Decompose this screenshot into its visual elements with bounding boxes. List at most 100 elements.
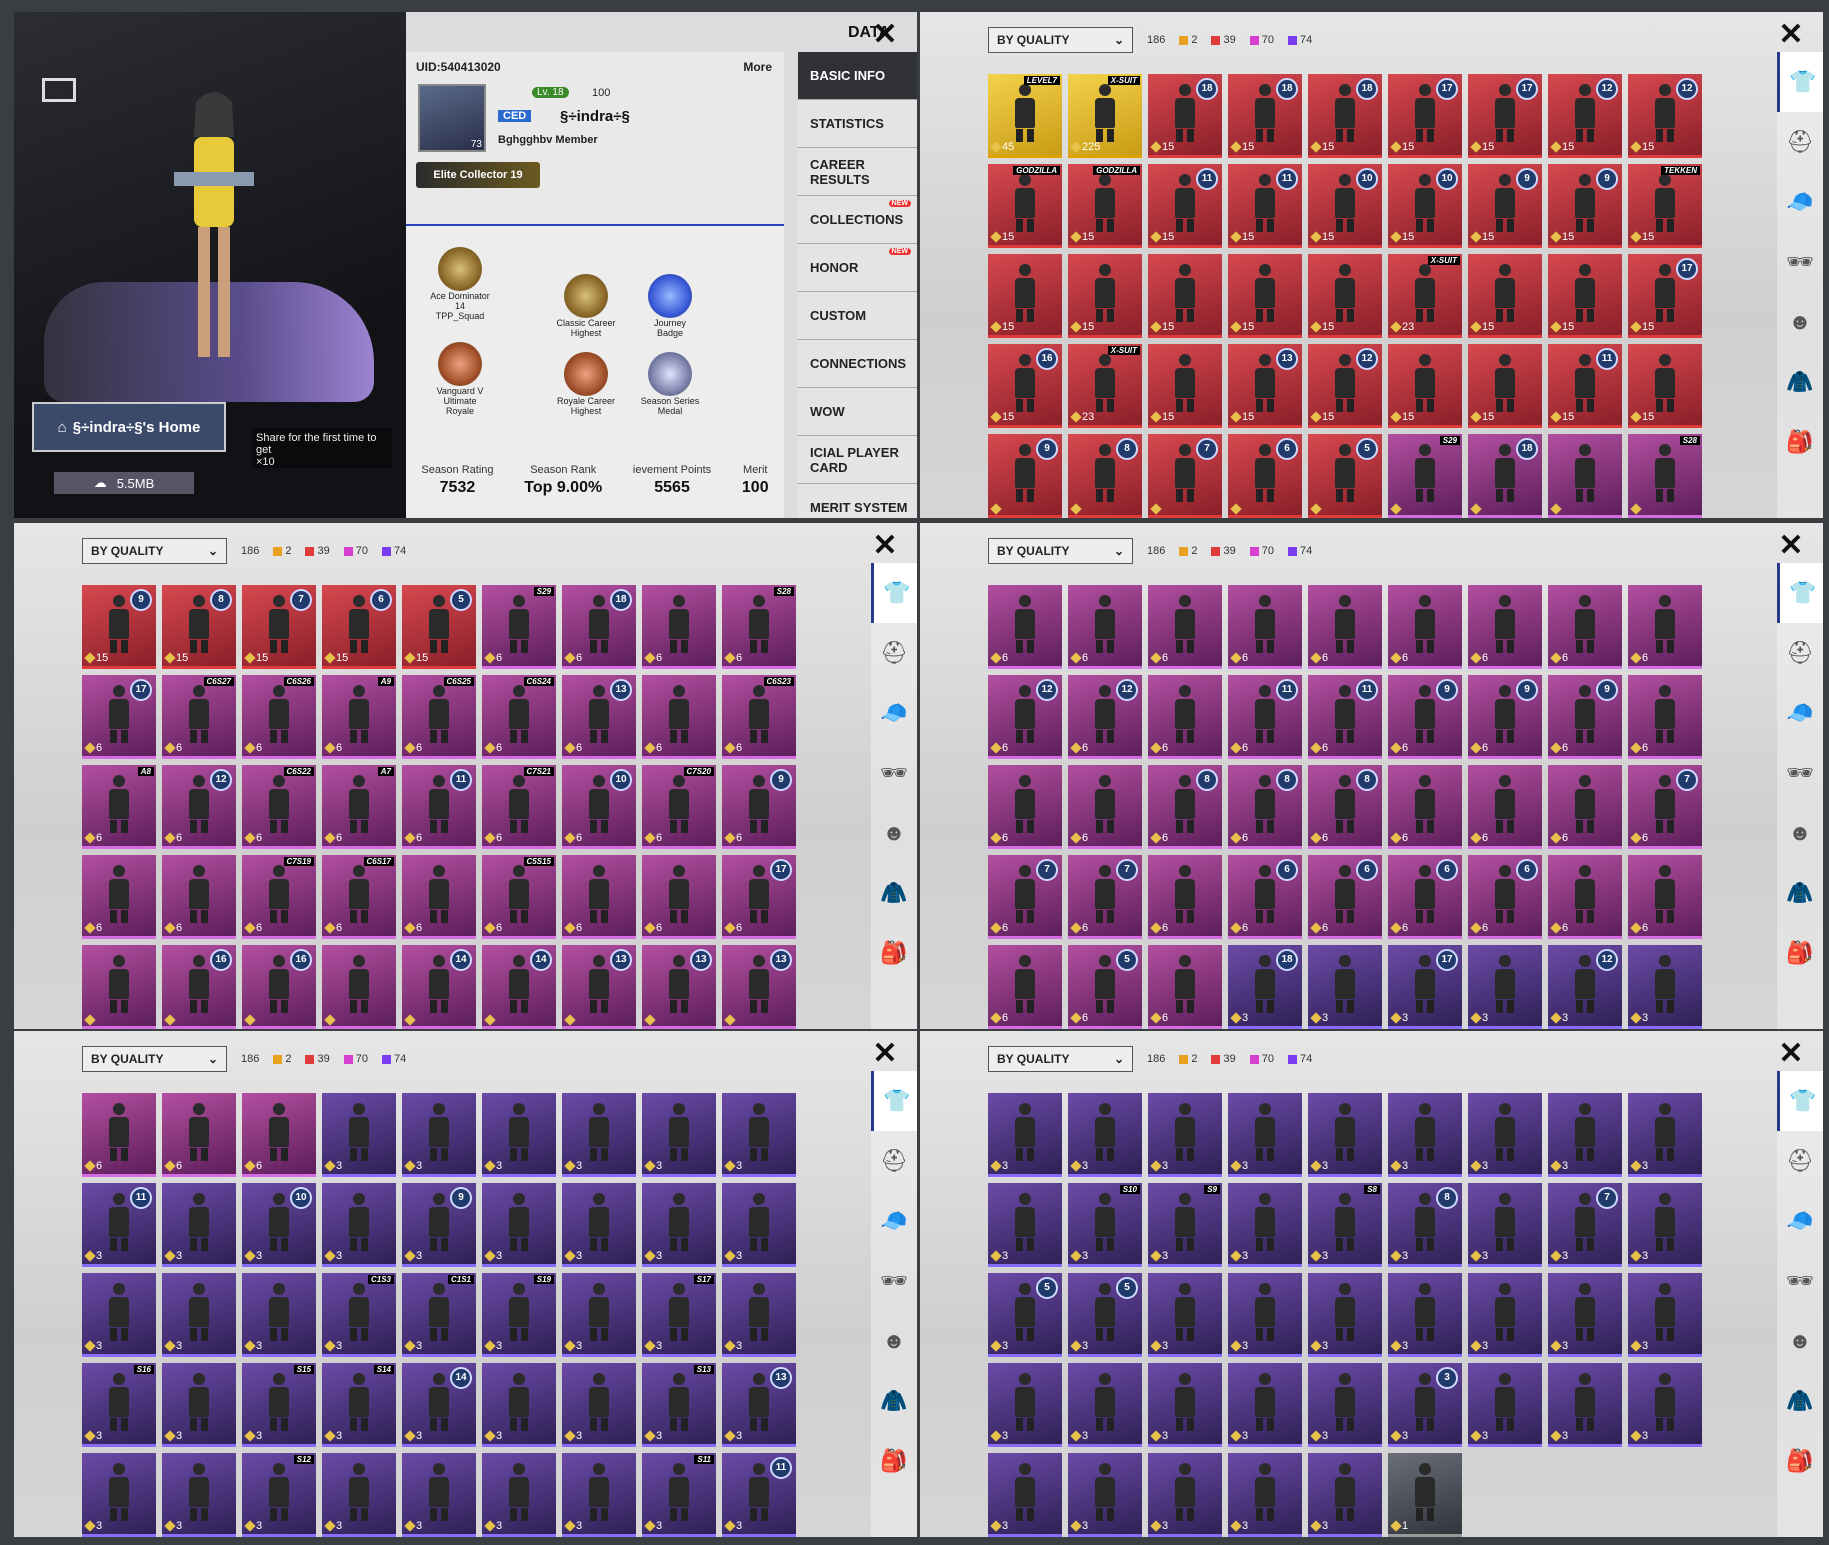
helmet-icon[interactable]: ⛑ [871,1131,917,1191]
outfit-card[interactable]: 3 [162,1363,236,1447]
outfit-card[interactable]: 6 [988,945,1062,1029]
outfit-card[interactable]: 53 [988,1273,1062,1357]
outfit-card[interactable]: 17 6 [82,675,156,759]
outfit-card[interactable]: S15 3 [242,1363,316,1447]
outfit-card[interactable]: 3 [1148,1363,1222,1447]
outfit-card[interactable]: 96 [1388,675,1462,759]
outfit-card[interactable]: 3 [1388,1273,1462,1357]
close-icon[interactable]: ✕ [871,1039,899,1069]
outfit-icon[interactable]: 👕 [1777,563,1823,623]
cap-icon[interactable]: 🧢 [871,683,917,743]
outfit-icon[interactable]: 👕 [871,563,917,623]
outfit-card[interactable]: 3 [1628,1363,1702,1447]
outfit-card[interactable]: 6 [1148,585,1222,669]
helmet-icon[interactable]: ⛑ [871,623,917,683]
stat-season-rank[interactable]: Season Rank Top 9.00% [524,464,602,497]
outfit-card[interactable]: 56 [1068,945,1142,1029]
sort-dropdown[interactable]: BY QUALITY ⌄ [82,1046,227,1072]
glasses-icon[interactable]: 🕶 [871,1251,917,1311]
menu-item-basic-info[interactable]: BASIC INFO [798,52,917,100]
outfit-card[interactable]: S11 3 [642,1453,716,1537]
mask-icon[interactable]: ☻ [871,803,917,863]
outfit-card[interactable]: 12 3 [1548,945,1622,1029]
outfit-card[interactable]: 3 [1548,1363,1622,1447]
outfit-card[interactable]: 6 [988,585,1062,669]
outfit-card[interactable]: 10 15 [1388,164,1462,248]
outfit-card[interactable]: 66 [1308,855,1382,939]
outfit-card[interactable]: 12 15 [1628,74,1702,158]
outfit-card[interactable]: 15 [1468,344,1542,428]
outfit-card[interactable]: 11 6 [1228,675,1302,759]
outfit-card[interactable]: 3 [1628,1273,1702,1357]
outfit-card[interactable]: C7S20 6 [642,765,716,849]
outfit-card[interactable]: 3 [1068,1093,1142,1177]
outfit-card[interactable]: 3 [988,1183,1062,1267]
sort-dropdown[interactable]: BY QUALITY ⌄ [988,1046,1133,1072]
outfit-card[interactable]: 11 15 [1148,164,1222,248]
outfit-card[interactable]: 9 15 [82,585,156,669]
menu-item-collections[interactable]: COLLECTIONS NEW [798,196,917,244]
outfit-card[interactable]: 3 [1468,1273,1542,1357]
outfit-card[interactable]: 6 [642,855,716,939]
outfit-card[interactable]: S29 6 [482,585,556,669]
outfit-card[interactable]: 12 6 [988,675,1062,759]
outfit-card[interactable]: 13 [562,945,636,1029]
outfit-card[interactable]: C7S19 6 [242,855,316,939]
outfit-card[interactable]: 3 [1068,1453,1142,1537]
jacket-icon[interactable]: 🧥 [871,863,917,923]
jacket-icon[interactable]: 🧥 [1777,1371,1823,1431]
outfit-card[interactable]: 6 [82,1093,156,1177]
outfit-card[interactable]: S8 3 [1308,1183,1382,1267]
backpack-icon[interactable]: 🎒 [871,1431,917,1491]
medal-ace-dominator[interactable]: Ace Dominator 14 TPP_Squad [430,247,490,321]
medal-royale-career[interactable]: Royale Career Highest [556,352,616,416]
outfit-card[interactable]: 15 [1228,254,1302,338]
outfit-card[interactable]: 15 [1468,254,1542,338]
outfit-card[interactable]: 3 [562,1093,636,1177]
outfit-card[interactable]: C6S27 6 [162,675,236,759]
outfit-card[interactable]: 16 [242,945,316,1029]
outfit-card[interactable]: 86 [1228,765,1302,849]
outfit-card[interactable]: 18 6 [562,585,636,669]
outfit-card[interactable]: 86 [1148,765,1222,849]
outfit-card[interactable]: 16 15 [988,344,1062,428]
outfit-card[interactable]: S28 6 [722,585,796,669]
cap-icon[interactable]: 🧢 [871,1191,917,1251]
outfit-card[interactable]: 83 [1388,1183,1462,1267]
close-icon[interactable]: ✕ [871,531,899,561]
mask-icon[interactable]: ☻ [1777,292,1823,352]
menu-item-custom[interactable]: CUSTOM [798,292,917,340]
outfit-card[interactable]: 3 [642,1183,716,1267]
outfit-card[interactable]: 3 [1628,945,1702,1029]
outfit-card[interactable]: 6 [1548,855,1622,939]
outfit-card[interactable]: 6 15 [322,585,396,669]
outfit-card[interactable]: 6 [1388,585,1462,669]
outfit-card[interactable]: 3 [988,1363,1062,1447]
outfit-card[interactable]: 96 [1468,675,1542,759]
outfit-card[interactable]: 3 [1468,1093,1542,1177]
outfit-icon[interactable]: 👕 [1777,1071,1823,1131]
outfit-card[interactable]: A7 6 [322,765,396,849]
glasses-icon[interactable]: 🕶 [871,743,917,803]
outfit-card[interactable]: 66 [1388,855,1462,939]
outfit-card[interactable]: C7S21 6 [482,765,556,849]
outfit-card[interactable]: 10 6 [562,765,636,849]
outfit-card[interactable]: 8 15 [162,585,236,669]
outfit-card[interactable]: 14 [482,945,556,1029]
outfit-card[interactable]: 5 15 [402,585,476,669]
outfit-card[interactable]: 3 [562,1273,636,1357]
outfit-card[interactable]: 3 [988,1453,1062,1537]
outfit-card[interactable]: S16 3 [82,1363,156,1447]
outfit-card[interactable]: 3 [242,1273,316,1357]
share-prompt[interactable]: Share for the first time to get ×10 [252,428,392,468]
outfit-card[interactable]: 3 [1388,1093,1462,1177]
outfit-card[interactable]: X-SUIT 23 [1388,254,1462,338]
outfit-card[interactable]: 11 15 [1228,164,1302,248]
outfit-card[interactable]: S13 3 [642,1363,716,1447]
menu-item-icial-player-card[interactable]: ICIAL PLAYER CARD [798,436,917,484]
outfit-card[interactable]: 14 3 [402,1363,476,1447]
outfit-card[interactable]: 18 [1468,434,1542,518]
menu-item-honor[interactable]: HONOR NEW [798,244,917,292]
outfit-card[interactable]: 9 15 [1548,164,1622,248]
elite-collector-badge[interactable]: Elite Collector 19 [416,162,540,188]
